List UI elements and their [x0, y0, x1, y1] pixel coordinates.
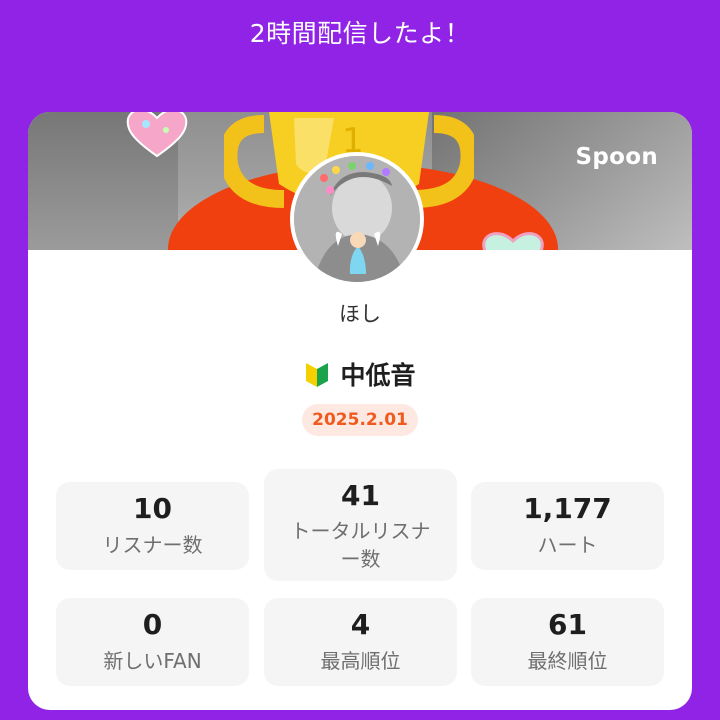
stat-value: 0 [142, 608, 163, 641]
stat-label: 最高順位 [320, 649, 401, 673]
stat-label: 最終順位 [527, 649, 608, 673]
stat-total-listeners: 41 トータルリスナ ー数 [264, 469, 457, 581]
stat-value: 61 [548, 608, 587, 641]
stat-label: リスナー数 [102, 533, 203, 557]
stat-value: 1,177 [523, 492, 612, 525]
stat-value: 4 [350, 608, 371, 641]
stat-label: ハート [537, 533, 598, 557]
broadcast-summary-card: 1 Spoon ほし 中低音 2025.2.01 10 リスナー数 41 トータ… [28, 112, 692, 710]
stat-label-line: ー数 [340, 547, 381, 571]
beginner-mark-icon [306, 363, 329, 387]
page-title: 2時間配信したよ！ [249, 19, 471, 48]
stat-label: 新しいFAN [103, 649, 202, 673]
stat-listeners: 10 リスナー数 [56, 482, 249, 570]
stat-best-rank: 4 最高順位 [264, 598, 457, 686]
broadcast-title: 中低音 [340, 361, 416, 390]
avatar [290, 152, 424, 286]
stat-final-rank: 61 最終順位 [471, 598, 664, 686]
heart-icon [482, 232, 544, 250]
stat-value: 10 [133, 492, 172, 525]
stat-value: 41 [341, 479, 380, 512]
username: ほし [339, 302, 381, 326]
stat-new-fans: 0 新しいFAN [56, 598, 249, 686]
date-badge: 2025.2.01 [302, 404, 418, 436]
stat-label: トータルリスナ ー数 [264, 517, 457, 573]
avatar-image [294, 156, 420, 282]
heart-icon [126, 112, 188, 158]
stat-hearts: 1,177 ハート [471, 482, 664, 570]
spoon-logo: Spoon [575, 144, 658, 170]
stat-label-line: トータルリスナ [290, 519, 431, 543]
broadcast-title-row: 中低音 [28, 356, 692, 392]
